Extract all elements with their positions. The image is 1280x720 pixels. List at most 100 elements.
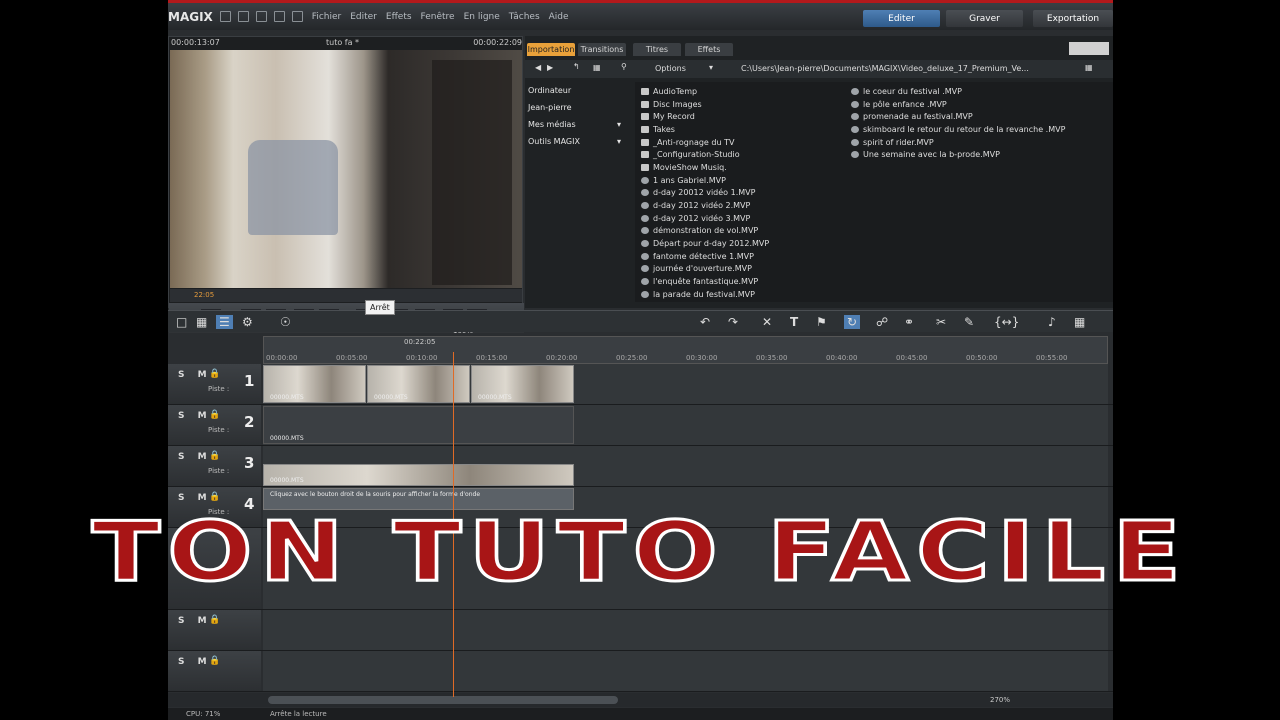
back-icon[interactable]: ◀ (535, 63, 541, 72)
ungroup-icon[interactable]: ⚭ (904, 315, 914, 329)
menu-fichier[interactable]: Fichier (312, 12, 341, 22)
file-item[interactable]: Une semaine avec la b-prode.MVP (851, 148, 1065, 161)
menu-fenetre[interactable]: Fenêtre (421, 12, 455, 22)
export-mode-button[interactable]: Exportation (1033, 10, 1113, 27)
marker-flag-icon[interactable]: ⚑ (816, 315, 827, 329)
track-controls[interactable]: S M (178, 616, 212, 626)
new-file-icon[interactable] (219, 11, 231, 22)
file-item[interactable]: AudioTemp (641, 85, 769, 98)
lock-icon[interactable]: 🔒 (209, 410, 220, 420)
file-item[interactable]: fantome détective 1.MVP (641, 250, 769, 263)
scene-view-icon[interactable]: ⚙ (242, 315, 253, 329)
link-icon[interactable] (273, 11, 285, 22)
file-item[interactable]: MovieShow Musiq. (641, 161, 769, 174)
folder-icon[interactable]: ▦ (593, 63, 601, 72)
storyboard-icon[interactable]: ▦ (196, 315, 207, 329)
track-area[interactable]: 00000.MTS (263, 405, 1108, 445)
scrollbar-thumb[interactable] (268, 696, 618, 704)
track-controls[interactable]: S M (178, 452, 212, 462)
video-preview[interactable] (170, 50, 522, 288)
file-item[interactable]: skimboard le retour du retour de la reva… (851, 123, 1065, 136)
burn-mode-button[interactable]: Graver (946, 10, 1023, 27)
track-controls[interactable]: S M (178, 493, 212, 503)
menu-aide[interactable]: Aide (549, 12, 569, 22)
file-item[interactable]: le coeur du festival .MVP (851, 85, 1065, 98)
view-grid-icon[interactable]: ▦ (1085, 63, 1093, 72)
file-item[interactable]: d-day 2012 vidéo 3.MVP (641, 212, 769, 225)
up-arrow-icon[interactable]: ↰ (573, 62, 580, 71)
group-link-icon[interactable]: ☍ (876, 315, 888, 329)
timeline-view-icon[interactable]: ☰ (216, 315, 233, 329)
undo-icon[interactable]: ↶ (700, 315, 710, 329)
title-text-icon[interactable]: T (790, 315, 798, 329)
tab-transitions[interactable]: Transitions (578, 43, 626, 56)
grid-settings-icon[interactable]: ▦ (1074, 315, 1085, 329)
track-area[interactable]: 00000.MTS 00000.MTS 00000.MTS (263, 364, 1108, 404)
delete-icon[interactable]: ✕ (762, 315, 772, 329)
menu-editer[interactable]: Editer (350, 12, 377, 22)
lock-icon[interactable]: 🔒 (209, 369, 220, 379)
search-icon[interactable]: ⚲ (621, 62, 627, 71)
track-area[interactable] (263, 651, 1108, 691)
file-item[interactable]: d-day 2012 vidéo 2.MVP (641, 199, 769, 212)
speaker-icon[interactable]: ♪ (1048, 315, 1056, 329)
eraser-icon[interactable]: ✎ (964, 315, 974, 329)
file-item[interactable]: d-day 20012 vidéo 1.MVP (641, 187, 769, 200)
track-controls[interactable]: S M (178, 657, 212, 667)
file-item[interactable]: journée d'ouverture.MVP (641, 263, 769, 276)
chevron-down-icon[interactable]: ▾ (709, 63, 713, 72)
file-item[interactable]: Takes (641, 123, 769, 136)
file-item[interactable]: My Record (641, 110, 769, 123)
video-clip[interactable]: 00000.MTS (263, 464, 574, 486)
time-ruler[interactable]: 00:22:05 00:00:00 00:05:00 00:10:00 00:15:0… (263, 336, 1108, 364)
video-clip[interactable]: 00000.MTS (367, 365, 470, 403)
save-icon[interactable] (255, 11, 267, 22)
file-item[interactable]: _Configuration-Studio (641, 148, 769, 161)
lock-icon[interactable]: 🔒 (209, 451, 220, 461)
file-item[interactable]: l'enquête fantastique.MVP (641, 275, 769, 288)
redo-icon[interactable]: ↷ (728, 315, 738, 329)
undo-icon[interactable] (291, 11, 303, 22)
mouse-mode-icon[interactable]: ↻ (844, 315, 861, 329)
file-item[interactable]: promenade au festival.MVP (851, 110, 1065, 123)
lock-icon[interactable]: 🔒 (209, 615, 220, 625)
monitor-scrub-bar[interactable]: 22:05 (170, 289, 522, 302)
nav-item-ordinateur[interactable]: Ordinateur (525, 82, 635, 99)
timeline-zoom[interactable]: 270% (990, 696, 1010, 704)
track-controls[interactable]: S M (178, 370, 212, 380)
menu-taches[interactable]: Tâches (509, 12, 540, 22)
timeline-scrollbar[interactable]: 270% (168, 693, 1113, 707)
nav-item-outils-magix[interactable]: Outils MAGIX ▾ (525, 133, 635, 150)
file-item[interactable]: la parade du festival.MVP (641, 288, 769, 301)
options-menu[interactable]: Options (655, 64, 686, 73)
track-controls[interactable]: S M (178, 411, 212, 421)
lock-icon[interactable]: 🔒 (209, 656, 220, 666)
tab-importation[interactable]: Importation (527, 43, 575, 56)
video-clip[interactable]: 00000.MTS (471, 365, 574, 403)
lock-icon[interactable]: 🔒 (209, 492, 220, 502)
file-item[interactable]: le pôle enfance .MVP (851, 98, 1065, 111)
menu-effets[interactable]: Effets (386, 12, 412, 22)
mixer-icon[interactable]: ☉ (280, 315, 291, 329)
single-view-icon[interactable]: □ (176, 315, 187, 329)
file-item[interactable]: Disc Images (641, 98, 769, 111)
forward-icon[interactable]: ▶ (547, 63, 553, 72)
menu-en-ligne[interactable]: En ligne (464, 12, 500, 22)
tab-effets[interactable]: Effets (685, 43, 733, 56)
track-area[interactable]: 00000.MTS (263, 446, 1108, 486)
path-field[interactable]: C:\Users\Jean-pierre\Documents\MAGIX\Vid… (741, 64, 1066, 73)
nav-item-jean-pierre[interactable]: Jean-pierre (525, 99, 635, 116)
track-area[interactable] (263, 610, 1108, 650)
open-folder-icon[interactable] (237, 11, 249, 22)
trim-icon[interactable]: {↔} (994, 315, 1019, 329)
file-item[interactable]: Départ pour d-day 2012.MVP (641, 237, 769, 250)
file-item[interactable]: démonstration de vol.MVP (641, 225, 769, 238)
file-item[interactable]: spirit of rider.MVP (851, 136, 1065, 149)
file-item[interactable]: 1 ans Gabriel.MVP (641, 174, 769, 187)
video-clip[interactable]: 00000.MTS (263, 365, 366, 403)
edit-mode-button[interactable]: Editer (863, 10, 940, 27)
audio-clip[interactable]: 00000.MTS (263, 406, 574, 444)
file-item[interactable]: _Anti-rognage du TV (641, 136, 769, 149)
nav-item-mes-medias[interactable]: Mes médias ▾ (525, 116, 635, 133)
tab-titres[interactable]: Titres (633, 43, 681, 56)
